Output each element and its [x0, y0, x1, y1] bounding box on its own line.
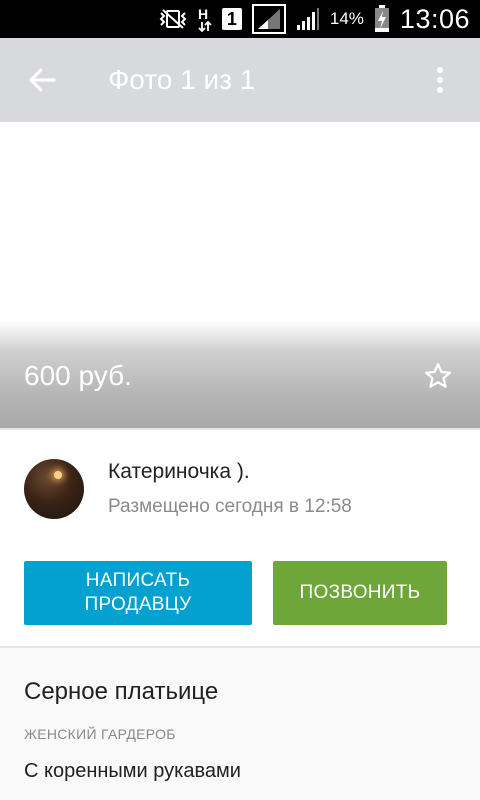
message-seller-label-2: ПРОДАВЦУ	[84, 594, 192, 615]
vibrate-icon	[158, 8, 188, 30]
contact-actions: НАПИСАТЬ ПРОДАВЦУ ПОЗВОНИТЬ	[0, 561, 480, 627]
listing-description: С коренными рукавами	[24, 760, 241, 782]
battery-percent: 14%	[329, 9, 364, 28]
call-button[interactable]: ПОЗВОНИТЬ	[273, 561, 447, 625]
avatar	[24, 459, 84, 519]
battery-charging-icon	[374, 5, 390, 33]
more-vert-icon	[437, 67, 443, 93]
call-label: ПОЗВОНИТЬ	[299, 582, 421, 603]
seller-name: Катериночка ).	[108, 460, 250, 483]
signal-sim1-icon	[251, 4, 286, 34]
listing-photo[interactable]: 600 руб.	[0, 122, 480, 428]
seller-row[interactable]: Катериночка ). Размещено сегодня в 12:58	[0, 430, 480, 548]
listing-category[interactable]: ЖЕНСКИЙ ГАРДЕРОБ	[24, 726, 176, 742]
svg-text:H: H	[198, 6, 208, 22]
overflow-menu-button[interactable]	[400, 38, 480, 122]
clock: 13:06	[399, 3, 470, 34]
favorite-button[interactable]	[420, 358, 456, 394]
posted-time: Размещено сегодня в 12:58	[108, 496, 352, 517]
listing-title: Серное платьице	[24, 678, 219, 705]
back-button[interactable]	[0, 38, 84, 122]
message-seller-label-1: НАПИСАТЬ	[85, 570, 191, 591]
price-label: 600 руб.	[24, 360, 132, 391]
star-outline-icon	[425, 363, 451, 388]
listing-details: Серное платьице ЖЕНСКИЙ ГАРДЕРОБ С корен…	[0, 648, 480, 800]
status-bar: H 1 14% 13:06	[0, 0, 480, 38]
hspa-data-icon: H	[198, 6, 212, 32]
toolbar: Фото 1 из 1	[0, 38, 480, 122]
sim-slot-icon: 1	[221, 8, 242, 30]
signal-sim2-icon	[296, 7, 320, 31]
message-seller-button[interactable]: НАПИСАТЬ ПРОДАВЦУ	[24, 561, 252, 625]
arrow-back-icon	[28, 67, 56, 93]
page-title: Фото 1 из 1	[108, 64, 256, 95]
